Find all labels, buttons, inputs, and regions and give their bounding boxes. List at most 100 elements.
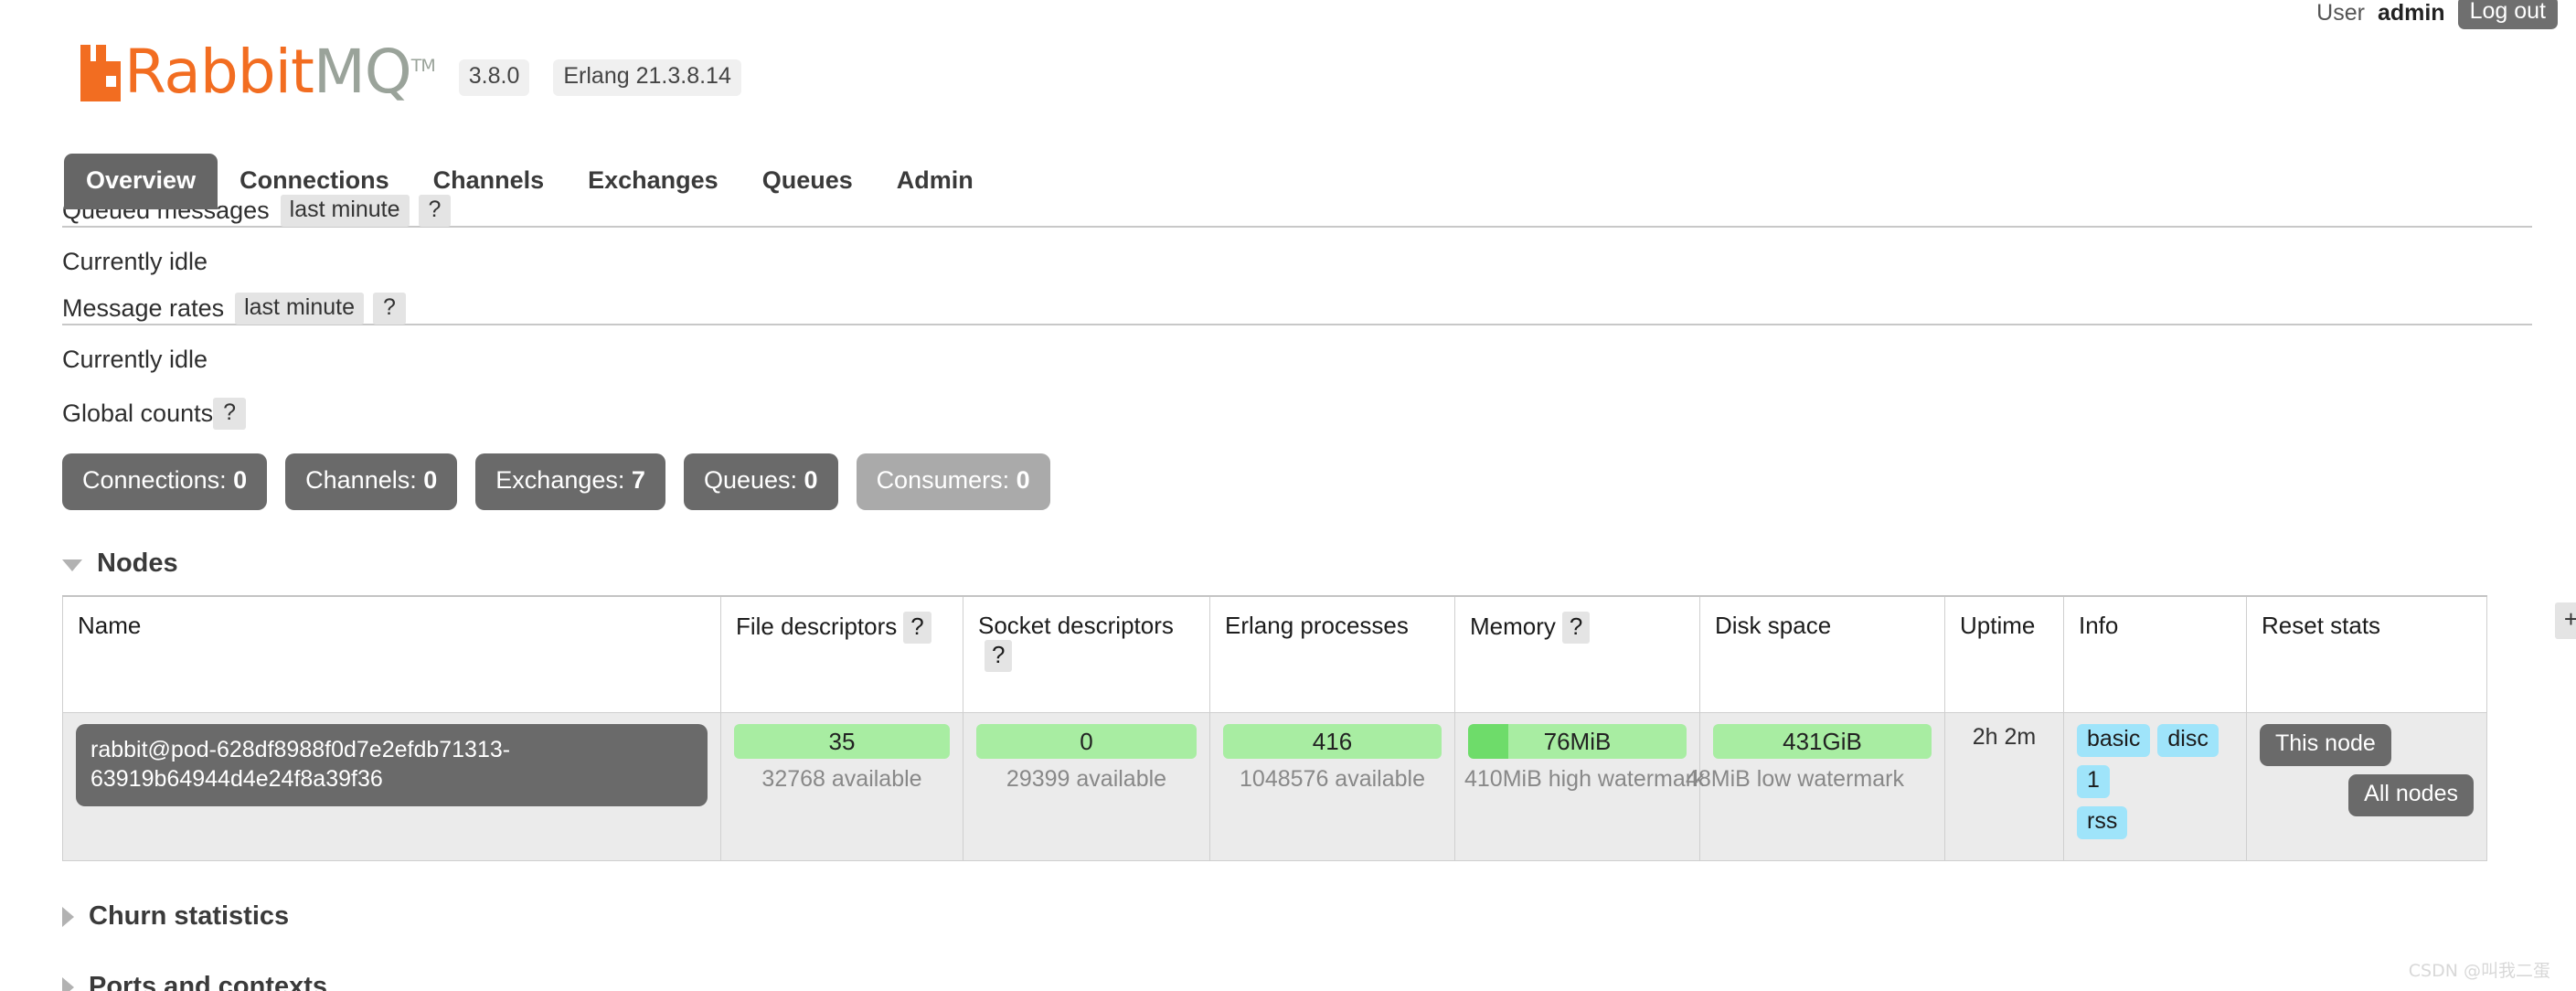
- erlang-version-badge: Erlang 21.3.8.14: [553, 59, 740, 96]
- cell-uptime: 2h 2m: [1945, 713, 2064, 861]
- message-rates-help-icon[interactable]: ?: [373, 293, 406, 325]
- count-value-channels: 0: [423, 466, 437, 494]
- global-counts-label: Global counts: [62, 400, 213, 428]
- column-header-socket-descriptors[interactable]: Socket descriptors?: [963, 596, 1210, 713]
- count-label-queues: Queues:: [704, 466, 797, 494]
- message-rates-period[interactable]: last minute: [235, 293, 364, 325]
- count-label-channels: Channels:: [305, 466, 417, 494]
- count-badge-connections[interactable]: Connections: 0: [62, 453, 267, 510]
- erlang-processes-value: 416: [1313, 728, 1352, 755]
- column-label-info: Info: [2079, 612, 2118, 639]
- column-label-disk-space: Disk space: [1715, 612, 1831, 639]
- column-header-erlang-processes[interactable]: Erlang processes: [1210, 596, 1455, 713]
- trademark-symbol: TM: [411, 56, 435, 76]
- cell-erlang-processes: 416 1048576 available: [1210, 713, 1455, 861]
- logo-text-mq: MQ: [314, 37, 411, 107]
- message-rates-status: Currently idle: [62, 346, 2576, 374]
- count-badge-queues[interactable]: Queues: 0: [684, 453, 838, 510]
- chevron-right-icon: [62, 907, 74, 927]
- count-value-exchanges: 7: [632, 466, 645, 494]
- info-tag-rss[interactable]: rss: [2077, 806, 2127, 839]
- memory-sub: 410MiB high watermark: [1464, 766, 1687, 793]
- memory-bar: 76MiB: [1468, 724, 1687, 759]
- tab-overview[interactable]: Overview: [64, 154, 218, 209]
- info-tag-disc[interactable]: disc: [2157, 724, 2218, 757]
- memory-value: 76MiB: [1544, 728, 1612, 755]
- disk-space-bar: 431GiB: [1713, 724, 1932, 759]
- cell-node-name: rabbit@pod-628df8988f0d7e2efdb71313-6391…: [63, 713, 721, 861]
- ports-and-contexts-toggle[interactable]: Ports and contexts: [62, 972, 2576, 991]
- reset-all-nodes-button[interactable]: All nodes: [2348, 774, 2474, 816]
- message-rates-header: Message rates last minute ?: [62, 294, 2532, 325]
- memory-bar-fill: [1468, 724, 1508, 759]
- global-counts-help-icon[interactable]: ?: [213, 398, 246, 430]
- count-label-connections: Connections:: [82, 466, 227, 494]
- page-header: RabbitMQTM 3.8.0 Erlang 21.3.8.14: [0, 0, 2576, 146]
- count-badge-exchanges[interactable]: Exchanges: 7: [475, 453, 665, 510]
- count-value-connections: 0: [233, 466, 247, 494]
- chevron-right-icon: [62, 977, 74, 991]
- overview-content: Queued messages last minute ? Currently …: [0, 197, 2576, 991]
- rabbitmq-version-badge: 3.8.0: [459, 59, 530, 96]
- column-header-file-descriptors[interactable]: File descriptors?: [721, 596, 963, 713]
- column-header-reset-stats[interactable]: Reset stats: [2247, 596, 2487, 713]
- file-descriptors-value: 35: [829, 728, 856, 755]
- rabbit-logo-icon: [80, 45, 121, 101]
- queued-messages-status: Currently idle: [62, 248, 2576, 276]
- nodes-section-title: Nodes: [97, 549, 178, 579]
- erlang-processes-bar: 416: [1223, 724, 1442, 759]
- cell-disk-space: 431GiB 48MiB low watermark: [1700, 713, 1945, 861]
- file-descriptors-bar: 35: [734, 724, 950, 759]
- reset-all-nodes-wrap: All nodes: [2260, 774, 2474, 816]
- user-label: User: [2316, 0, 2365, 27]
- reset-this-node-button[interactable]: This node: [2260, 724, 2391, 766]
- socket-descriptors-bar: 0: [976, 724, 1197, 759]
- column-header-uptime[interactable]: Uptime: [1945, 596, 2064, 713]
- brand-logo-row: RabbitMQTM 3.8.0 Erlang 21.3.8.14: [80, 44, 741, 101]
- info-tag-count[interactable]: 1: [2077, 765, 2110, 798]
- tab-queues[interactable]: Queues: [740, 154, 875, 209]
- toggle-columns-button[interactable]: +/-: [2555, 602, 2576, 639]
- column-header-disk-space[interactable]: Disk space: [1700, 596, 1945, 713]
- logo-wordmark: RabbitMQTM: [124, 44, 435, 101]
- node-name-link[interactable]: rabbit@pod-628df8988f0d7e2efdb71313-6391…: [76, 724, 708, 806]
- count-badge-consumers[interactable]: Consumers: 0: [857, 453, 1050, 510]
- csdn-watermark: CSDN @叫我二蛋: [2409, 957, 2550, 982]
- cell-file-descriptors: 35 32768 available: [721, 713, 963, 861]
- churn-statistics-toggle[interactable]: Churn statistics: [62, 901, 2576, 932]
- column-label-memory: Memory: [1470, 613, 1556, 640]
- disk-space-sub: 48MiB low watermark: [1686, 766, 1932, 793]
- uptime-value: 2h 2m: [1973, 724, 2036, 750]
- column-label-erlang-processes: Erlang processes: [1225, 612, 1409, 639]
- column-label-file-descriptors: File descriptors: [736, 613, 897, 640]
- column-header-info[interactable]: Info: [2064, 596, 2247, 713]
- socket-descriptors-help-icon[interactable]: ?: [985, 640, 1012, 672]
- count-badge-channels[interactable]: Channels: 0: [285, 453, 457, 510]
- nodes-section-toggle[interactable]: Nodes: [62, 549, 2576, 579]
- tab-admin[interactable]: Admin: [875, 154, 995, 209]
- memory-help-icon[interactable]: ?: [1562, 612, 1590, 644]
- column-header-memory[interactable]: Memory?: [1455, 596, 1700, 713]
- column-header-name[interactable]: Name: [63, 596, 721, 713]
- cell-socket-descriptors: 0 29399 available: [963, 713, 1210, 861]
- logout-button[interactable]: Log out: [2458, 0, 2558, 29]
- ports-and-contexts-title: Ports and contexts: [89, 972, 327, 991]
- cell-memory: 76MiB 410MiB high watermark: [1455, 713, 1700, 861]
- user-bar: User admin Log out: [2316, 0, 2558, 31]
- nodes-table-container: +/- Name File descriptors? Socket descri…: [62, 595, 2532, 861]
- column-label-uptime: Uptime: [1960, 612, 2035, 639]
- info-tag-basic[interactable]: basic: [2077, 724, 2150, 757]
- column-label-reset-stats: Reset stats: [2262, 612, 2380, 639]
- main-navigation: Overview Connections Channels Exchanges …: [64, 154, 995, 209]
- user-name: admin: [2378, 0, 2445, 27]
- tab-exchanges[interactable]: Exchanges: [566, 154, 740, 209]
- logo-text-rabbit: Rabbit: [124, 37, 314, 107]
- file-descriptors-help-icon[interactable]: ?: [903, 612, 931, 644]
- message-rates-label: Message rates: [62, 294, 224, 323]
- tab-connections[interactable]: Connections: [218, 154, 411, 209]
- socket-descriptors-value: 0: [1080, 728, 1092, 755]
- cell-info: basicdisc 1 rss: [2064, 713, 2247, 861]
- tab-channels[interactable]: Channels: [411, 154, 567, 209]
- rabbitmq-logo[interactable]: RabbitMQTM: [80, 44, 435, 101]
- socket-descriptors-sub: 29399 available: [976, 766, 1197, 793]
